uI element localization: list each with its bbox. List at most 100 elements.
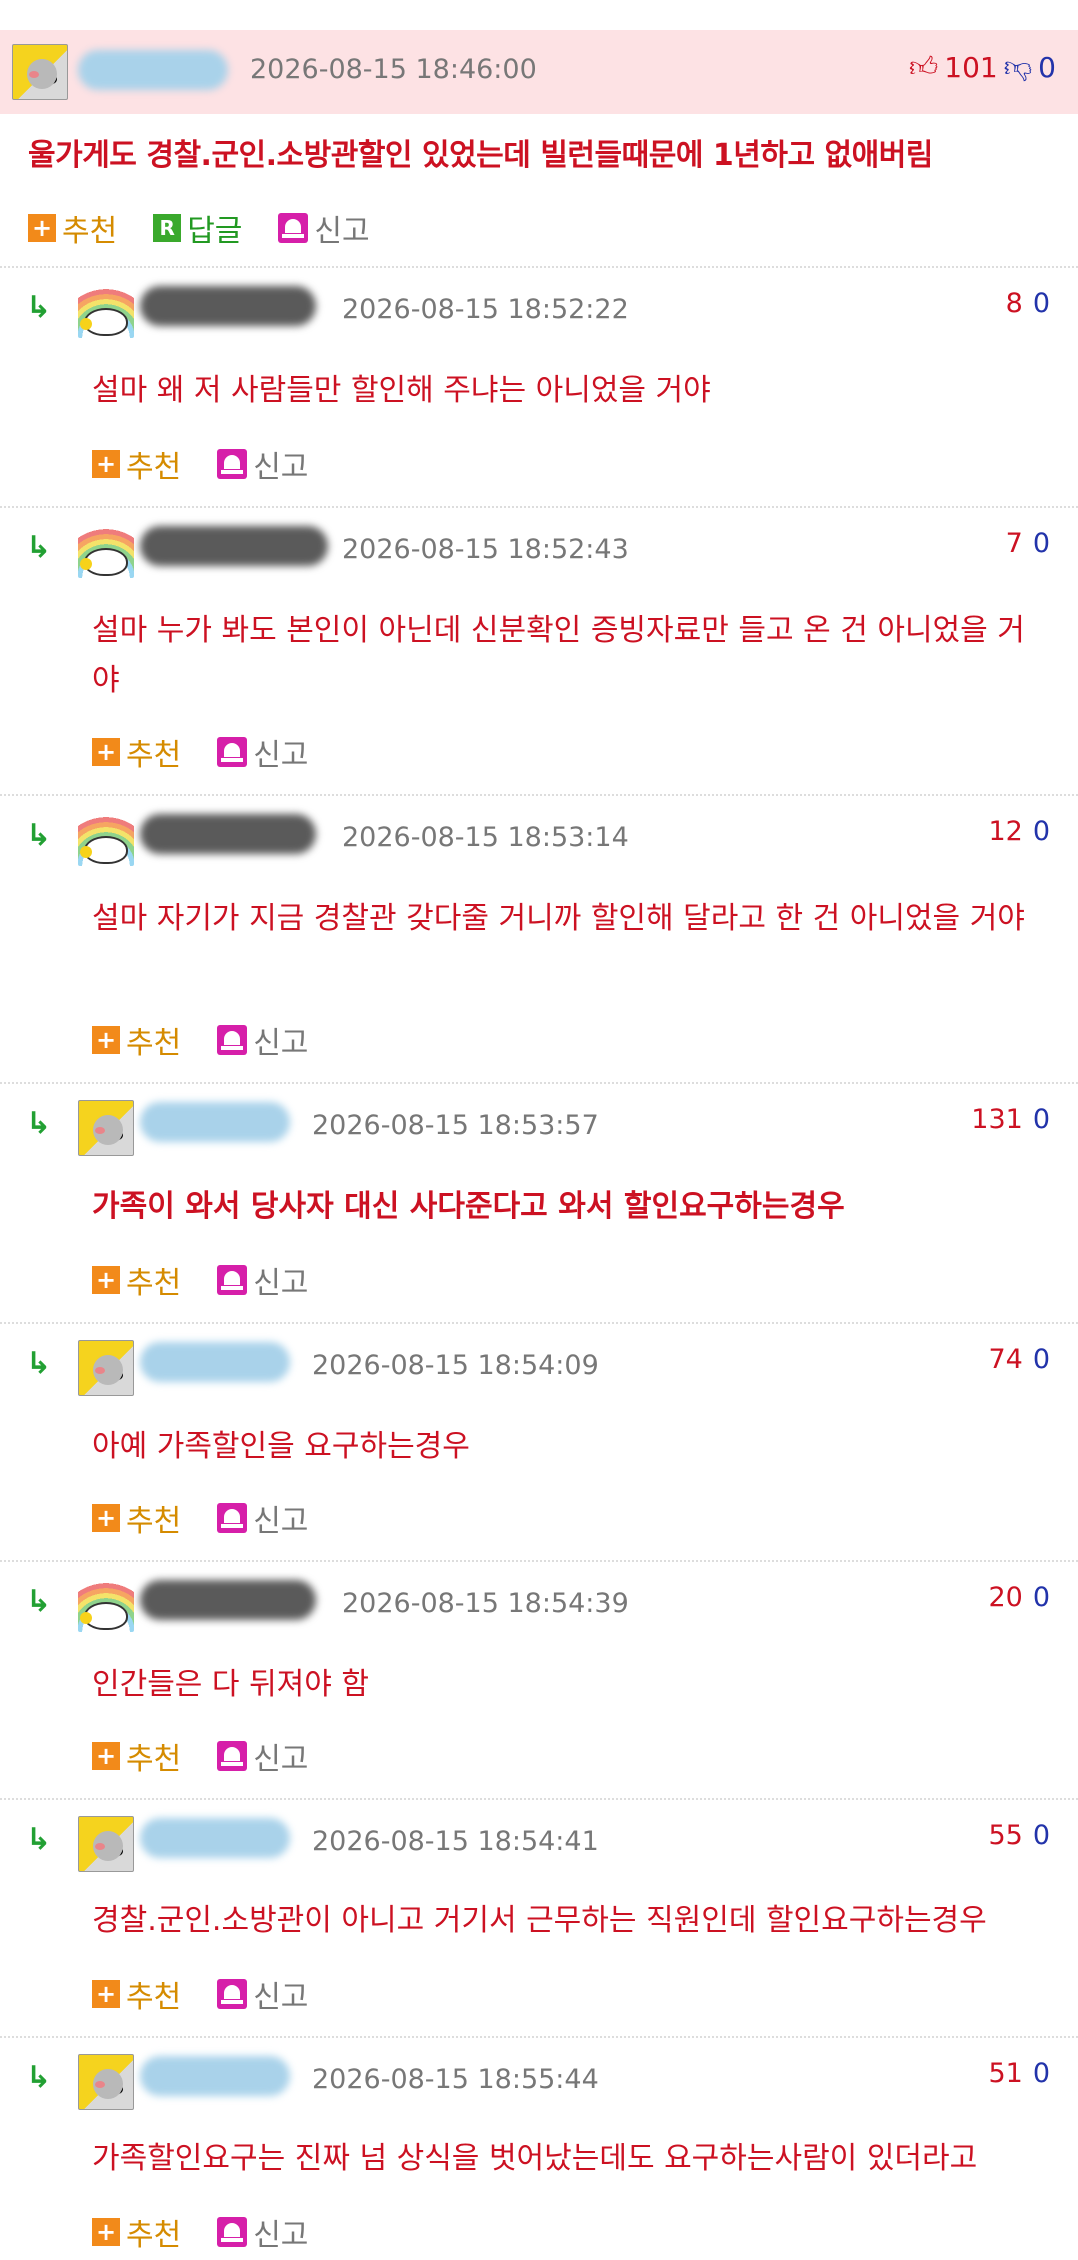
comment-text: 인간들은 다 뒤져야 함	[92, 1667, 370, 1702]
comment-text: 설마 누가 봐도 본인이 아닌데 신분확인 증빙자료만 들고 온 건 아니었을 …	[92, 613, 1025, 698]
comment-date: 2026-08-15 18:54:09	[312, 1350, 599, 1381]
divider	[0, 1082, 1078, 1084]
report-button[interactable]: 신고	[217, 1496, 308, 1540]
recommend-label: 추천	[126, 1026, 182, 1061]
divider	[0, 506, 1078, 508]
recommend-button[interactable]: + 추천	[92, 2210, 181, 2254]
comment-text: 아예 가족할인을 요구하는경우	[92, 1429, 470, 1464]
down-count: 0	[1038, 50, 1056, 84]
recommend-button[interactable]: + 추천	[92, 1972, 181, 2016]
recommend-button[interactable]: + 추천	[92, 442, 181, 486]
report-button[interactable]: 신고	[217, 1734, 308, 1778]
post-actions: + 추천 R 답글 신고	[28, 206, 406, 250]
plus-icon: +	[92, 1026, 120, 1054]
commenter-avatar[interactable]	[78, 2054, 134, 2110]
comment-actions: + 추천 신고	[92, 1018, 344, 1062]
reply-arrow-icon: ↳	[26, 1584, 52, 1619]
comment-votes: 51 0	[988, 2058, 1050, 2089]
commenter-avatar[interactable]	[78, 1100, 134, 1156]
siren-icon	[278, 213, 309, 243]
report-button[interactable]: 신고	[278, 206, 370, 250]
thumbs-down-icon[interactable]: 👎︎	[1004, 50, 1032, 84]
down-count: 0	[1032, 1820, 1050, 1851]
reply-arrow-icon: ↳	[26, 1346, 52, 1381]
commenter-avatar[interactable]	[78, 282, 134, 338]
report-label: 신고	[314, 214, 370, 249]
reply-arrow-icon: ↳	[26, 1822, 52, 1857]
down-count: 0	[1032, 1582, 1050, 1613]
divider	[0, 1322, 1078, 1324]
report-button[interactable]: 신고	[217, 1258, 308, 1302]
siren-icon	[217, 1025, 248, 1055]
recommend-button[interactable]: + 추천	[92, 1734, 181, 1778]
siren-icon	[217, 449, 248, 479]
report-button[interactable]: 신고	[217, 1018, 308, 1062]
recommend-button[interactable]: + 추천	[92, 1496, 181, 1540]
up-count: 51	[988, 2058, 1023, 2089]
plus-icon: +	[92, 1504, 120, 1532]
recommend-button[interactable]: + 추천	[92, 1258, 181, 1302]
reply-arrow-icon: ↳	[26, 818, 52, 853]
comment-item: ↳ 2026-08-15 18:54:41 55 0 경찰.군인.소방관이 아니고…	[0, 1802, 1078, 2038]
down-count: 0	[1032, 528, 1050, 559]
comment-item: ↳ 2026-08-15 18:52:22 80 설마 왜 저 사람들만 할인해…	[0, 270, 1078, 506]
comment-actions: + 추천 신고	[92, 1972, 344, 2016]
comment-date: 2026-08-15 18:54:41	[312, 1826, 599, 1857]
blurred-username	[140, 1102, 290, 1142]
siren-icon	[217, 2217, 248, 2247]
recommend-button[interactable]: + 추천	[92, 1018, 181, 1062]
recommend-button[interactable]: + 추천	[92, 730, 181, 774]
recommend-label: 추천	[126, 2218, 182, 2253]
comment-item: ↳ 2026-08-15 18:54:39 20 0 인간들은 다 뒤져야 함 +…	[0, 1564, 1078, 1798]
comment-text: 가족이 와서 당사자 대신 사다준다고 와서 할인요구하는경우	[92, 1189, 845, 1224]
comment-item: ↳ 2026-08-15 18:54:09 74 0 아예 가족할인을 요구하는경…	[0, 1326, 1078, 1560]
comment-actions: + 추천 신고	[92, 1496, 344, 1540]
recommend-button[interactable]: + 추천	[28, 206, 117, 250]
comment-votes: 131 0	[971, 1104, 1050, 1135]
commenter-avatar[interactable]	[78, 1816, 134, 1872]
commenter-avatar[interactable]	[78, 522, 134, 578]
up-count: 131	[971, 1104, 1023, 1135]
plus-icon: +	[92, 1980, 120, 2008]
up-count: 74	[988, 1344, 1023, 1375]
plus-icon: +	[92, 450, 120, 478]
up-count: 7	[1005, 528, 1023, 559]
recommend-label: 추천	[126, 1980, 182, 2015]
comment-votes: 74 0	[988, 1344, 1050, 1375]
siren-icon	[217, 737, 248, 767]
recommend-label: 추천	[62, 214, 118, 249]
reply-arrow-icon: ↳	[26, 290, 52, 325]
comment-date: 2026-08-15 18:55:44	[312, 2064, 599, 2095]
recommend-label: 추천	[126, 1742, 182, 1777]
recommend-label: 추천	[126, 738, 182, 773]
report-button[interactable]: 신고	[217, 2210, 308, 2254]
plus-icon: +	[92, 1742, 120, 1770]
up-count: 101	[944, 50, 998, 84]
down-count: 0	[1032, 1344, 1050, 1375]
comment-votes: 80	[1006, 288, 1050, 319]
plus-icon: +	[92, 2218, 120, 2246]
commenter-avatar[interactable]	[78, 810, 134, 866]
report-button[interactable]: 신고	[217, 442, 308, 486]
report-button[interactable]: 신고	[217, 1972, 308, 2016]
reply-icon: R	[153, 214, 182, 242]
reply-button[interactable]: R 답글	[153, 206, 242, 250]
author-avatar[interactable]	[12, 44, 68, 100]
plus-icon: +	[92, 1266, 120, 1294]
comment-actions: + 추천 신고	[92, 1734, 344, 1778]
blurred-username	[140, 1818, 290, 1858]
divider	[0, 1798, 1078, 1800]
report-button[interactable]: 신고	[217, 730, 308, 774]
comment-text: 가족할인요구는 진짜 넘 상식을 벗어났는데도 요구하는사람이 있더라고	[92, 2141, 978, 2176]
blurred-username	[140, 814, 316, 854]
thumbs-up-icon[interactable]: 👍︎	[909, 50, 938, 84]
comment-item: ↳ 2026-08-15 18:55:44 51 0 가족할인요구는 진짜 넘 상…	[0, 2040, 1078, 2260]
divider	[0, 1560, 1078, 1562]
plus-icon: +	[92, 738, 120, 766]
commenter-avatar[interactable]	[78, 1340, 134, 1396]
commenter-avatar[interactable]	[78, 1576, 134, 1632]
down-count: 0	[1032, 2058, 1050, 2089]
up-count: 8	[1005, 288, 1023, 319]
report-label: 신고	[253, 1026, 309, 1061]
comment-date: 2026-08-15 18:52:43	[342, 534, 629, 565]
